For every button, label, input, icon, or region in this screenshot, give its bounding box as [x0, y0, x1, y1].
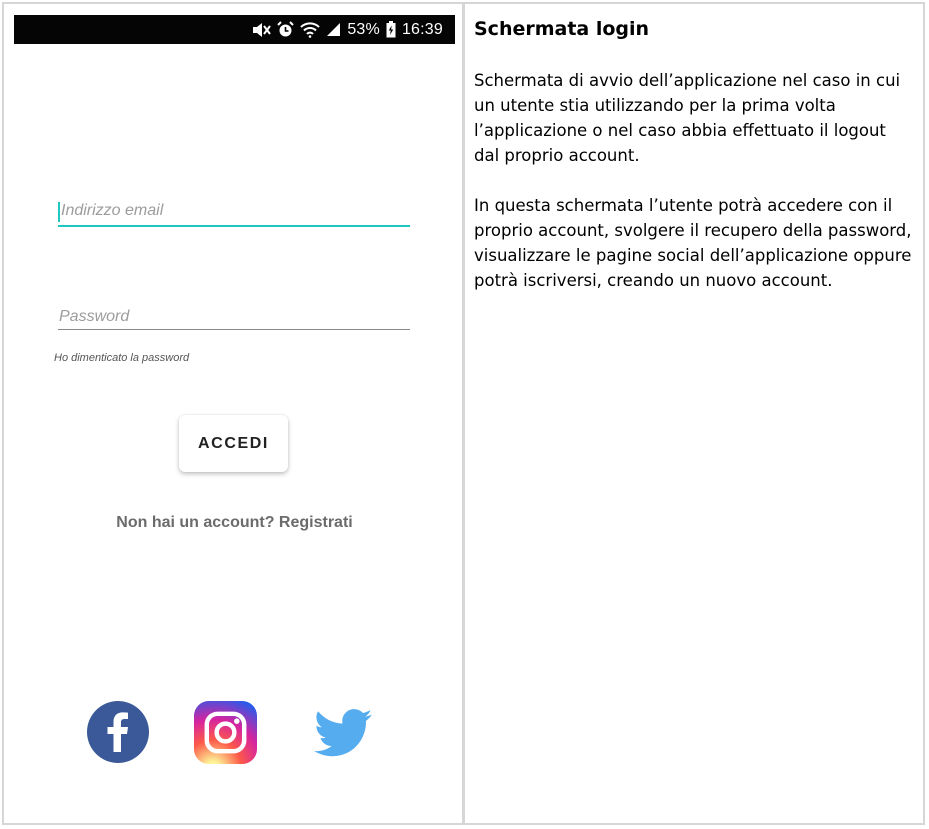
instagram-icon[interactable]: [194, 701, 258, 765]
signal-icon: [326, 22, 341, 37]
battery-percent: 53%: [347, 20, 380, 38]
description-paragraph: Schermata di avvio dell’applicazione nel…: [474, 71, 901, 165]
description-title: Schermata login: [474, 18, 650, 40]
text-cursor: [58, 202, 60, 222]
login-button[interactable]: ACCEDI: [179, 415, 288, 472]
panel-divider: [462, 2, 465, 825]
alarm-icon: [277, 21, 295, 38]
twitter-icon[interactable]: [314, 708, 378, 772]
wifi-icon: [300, 21, 321, 38]
password-underline: [58, 329, 410, 330]
forgot-password-link[interactable]: Ho dimenticato la password: [54, 352, 189, 364]
password-field[interactable]: Password: [58, 302, 410, 334]
description-panel: Schermata login Schermata di avvio dell’…: [474, 18, 914, 318]
register-link[interactable]: Non hai un account? Registrati: [0, 514, 469, 532]
email-underline: [58, 225, 410, 227]
password-placeholder: Password: [59, 308, 130, 325]
description-paragraph: In questa schermata l’utente potrà acced…: [474, 196, 912, 290]
facebook-icon[interactable]: [86, 700, 150, 764]
mute-icon: [251, 22, 272, 38]
email-field[interactable]: Indirizzo email: [58, 196, 410, 230]
clock: 16:39: [401, 20, 443, 38]
battery-icon: [386, 21, 396, 38]
status-bar: 53% 16:39: [14, 15, 455, 44]
email-placeholder: Indirizzo email: [61, 202, 164, 219]
